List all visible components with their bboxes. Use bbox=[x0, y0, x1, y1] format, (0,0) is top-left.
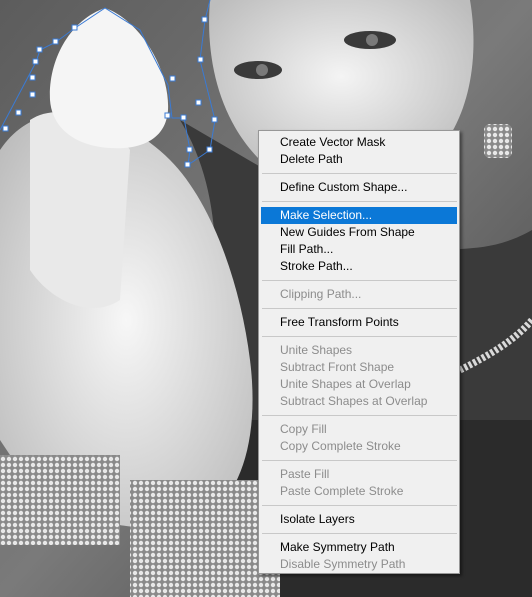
menu-item-isolate-layers[interactable]: Isolate Layers bbox=[259, 511, 459, 528]
menu-separator bbox=[262, 308, 457, 309]
menu-separator bbox=[262, 415, 457, 416]
menu-item-paste-complete-stroke: Paste Complete Stroke bbox=[280, 484, 404, 498]
menu-separator bbox=[262, 336, 457, 337]
menu-item-create-vector-mask[interactable]: Create Vector Mask bbox=[259, 134, 459, 151]
menu-separator bbox=[262, 280, 457, 281]
menu-item-unite-shapes: Unite Shapes bbox=[280, 343, 353, 357]
menu-separator bbox=[262, 460, 457, 461]
menu-item-define-custom-shape[interactable]: Define Custom Shape... bbox=[259, 179, 459, 196]
menu-separator bbox=[262, 505, 457, 506]
menu-item-make-selection[interactable]: Make Selection... bbox=[261, 207, 457, 224]
menu-item-free-transform-points[interactable]: Free Transform Points bbox=[259, 314, 459, 331]
menu-item-copy-fill: Copy Fill bbox=[280, 422, 327, 436]
menu-separator bbox=[262, 201, 457, 202]
menu-item-new-guides-from-shape[interactable]: New Guides From Shape bbox=[259, 224, 459, 241]
menu-item-make-symmetry-path[interactable]: Make Symmetry Path bbox=[259, 539, 459, 556]
menu-item-stroke-path[interactable]: Stroke Path... bbox=[259, 258, 459, 275]
menu-item-fill-path[interactable]: Fill Path... bbox=[259, 241, 459, 258]
menu-item-paste-fill: Paste Fill bbox=[280, 467, 330, 481]
menu-separator bbox=[262, 173, 457, 174]
bracelet-shape bbox=[0, 455, 120, 545]
menu-item-disable-symmetry-path: Disable Symmetry Path bbox=[280, 557, 406, 571]
menu-item-clipping-path: Clipping Path... bbox=[280, 287, 362, 301]
menu-item-delete-path[interactable]: Delete Path bbox=[259, 151, 459, 168]
menu-item-unite-shapes-at-overlap: Unite Shapes at Overlap bbox=[280, 377, 411, 391]
menu-separator bbox=[262, 533, 457, 534]
earring-shape bbox=[484, 124, 512, 158]
menu-item-subtract-front-shape: Subtract Front Shape bbox=[280, 360, 395, 374]
context-menu: Create Vector Mask Delete Path Define Cust… bbox=[258, 130, 460, 574]
menu-item-subtract-shapes-at-overlap: Subtract Shapes at Overlap bbox=[280, 394, 428, 408]
menu-item-copy-complete-stroke: Copy Complete Stroke bbox=[280, 439, 401, 453]
